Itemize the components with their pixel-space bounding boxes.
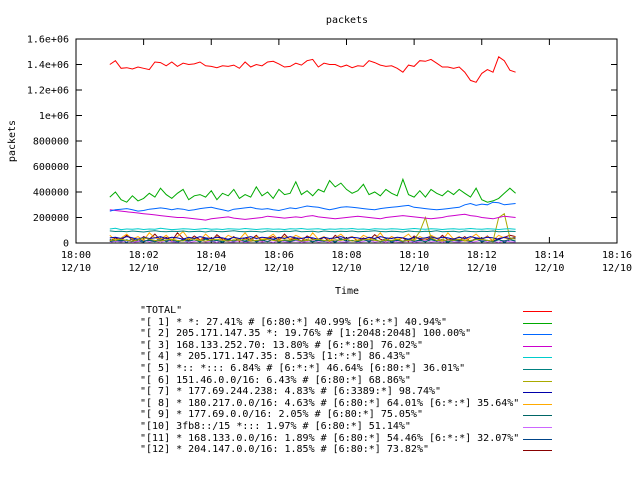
legend-label: "[12] * 204.147.0.0/16: 1.85% # [6:80:*]… xyxy=(140,444,429,456)
y-tick-label: 1e+06 xyxy=(39,111,69,122)
legend-label: "[ 3] 168.133.252.70: 13.80% # [6:*:80] … xyxy=(140,339,423,351)
legend-item: "[ 3] 168.133.252.70: 13.80% # [6:*:80] … xyxy=(140,340,560,352)
legend-item: "[ 4] * 205.171.147.35: 8.53% [1:*:*] 86… xyxy=(140,351,560,363)
x-tick-date-label: 12/10 xyxy=(602,263,632,274)
legend-item: "[ 9] * 177.69.0.0/16: 2.05% # [6:80:*] … xyxy=(140,409,560,421)
legend-label: "[ 5] *:: *::: 6.84% # [6:*:*] 46.64% [6… xyxy=(140,362,466,374)
y-tick-label: 1.6e+06 xyxy=(27,35,69,46)
legend-swatch xyxy=(523,380,552,382)
legend-label: "[ 9] * 177.69.0.0/16: 2.05% # [6:80:*] … xyxy=(140,409,423,421)
chart-title: packets xyxy=(326,15,368,26)
y-tick-label: 800000 xyxy=(33,137,69,148)
legend-item: "[ 6] 151.46.0.0/16: 6.43% # [6:80:*] 68… xyxy=(140,375,560,387)
legend-label: "[10] 3fb8::/15 *::: 1.97% # [6:80:*] 51… xyxy=(140,420,411,432)
legend-swatch xyxy=(523,322,552,324)
plot-frame xyxy=(75,38,618,244)
x-tick-time-label: 18:00 xyxy=(61,250,91,261)
legend-item: "[11] * 168.133.0.0/16: 1.89% # [6:80:*]… xyxy=(140,433,560,445)
x-tick-time-label: 18:10 xyxy=(399,250,429,261)
y-tick-label: 0 xyxy=(63,239,69,250)
series-line xyxy=(109,177,516,203)
y-axis-label: packets xyxy=(7,120,18,162)
x-tick-date-label: 12/10 xyxy=(196,263,226,274)
legend-swatch xyxy=(523,311,552,312)
legend-swatch xyxy=(523,345,552,347)
legend-label: "[ 6] 151.46.0.0/16: 6.43% # [6:80:*] 68… xyxy=(140,374,411,386)
legend-label: "[ 1] * *: 27.41% # [6:80:*] 40.99% [6:*… xyxy=(140,316,448,328)
y-tick-label: 200000 xyxy=(33,213,69,224)
series-line xyxy=(109,227,516,231)
legend-item: "[ 2] 205.171.147.35 *: 19.76% # [1:2048… xyxy=(140,328,560,340)
y-tick-label: 600000 xyxy=(33,162,69,173)
series-lines xyxy=(109,56,516,243)
legend-label: "[ 4] * 205.171.147.35: 8.53% [1:*:*] 86… xyxy=(140,351,411,363)
y-tick-label: 1.2e+06 xyxy=(27,86,69,97)
legend-label: "[ 8] * 180.217.0.0/16: 4.63% # [6:80:*]… xyxy=(140,397,520,409)
legend-item: "[12] * 204.147.0.0/16: 1.85% # [6:80:*]… xyxy=(140,444,560,456)
legend-label: "[ 7] * 177.69.244.238: 4.83% # [6:3389:… xyxy=(140,386,442,398)
legend-label: "[11] * 168.133.0.0/16: 1.89% # [6:80:*]… xyxy=(140,432,520,444)
legend-item: "[ 5] *:: *::: 6.84% # [6:*:*] 46.64% [6… xyxy=(140,363,560,375)
legend-item: "[ 1] * *: 27.41% # [6:80:*] 40.99% [6:*… xyxy=(140,317,560,329)
x-tick-date-label: 12/10 xyxy=(399,263,429,274)
x-tick-time-label: 18:12 xyxy=(467,250,497,261)
legend-label: "[ 2] 205.171.147.35 *: 19.76% # [1:2048… xyxy=(140,328,472,340)
x-tick-time-label: 18:02 xyxy=(129,250,159,261)
line-chart: packets packets Time 0 200000 400000 600000… xyxy=(7,15,632,297)
series-line xyxy=(109,209,516,221)
legend-label: "TOTAL" xyxy=(140,305,183,316)
legend-swatch xyxy=(523,334,552,336)
x-tick-date-label: 12/10 xyxy=(534,263,564,274)
series-line xyxy=(109,56,516,83)
legend-item: "TOTAL" xyxy=(140,305,560,317)
legend-item: "[10] 3fb8::/15 *::: 1.97% # [6:80:*] 51… xyxy=(140,421,560,433)
x-tick-time-label: 18:04 xyxy=(196,250,226,261)
x-tick-time-label: 18:16 xyxy=(602,250,632,261)
x-tick-date-label: 12/10 xyxy=(264,263,294,274)
legend-swatch xyxy=(523,438,552,440)
x-tick-date-label: 12/10 xyxy=(467,263,497,274)
legend: "TOTAL" "[ 1] * *: 27.41% # [6:80:*] 40.9… xyxy=(140,305,560,456)
legend-swatch xyxy=(523,357,552,359)
x-axis-label: Time xyxy=(335,286,359,297)
y-tick-label: 1.4e+06 xyxy=(27,60,69,71)
x-tick-time-label: 18:08 xyxy=(331,250,361,261)
legend-item: "[ 7] * 177.69.244.238: 4.83% # [6:3389:… xyxy=(140,386,560,398)
x-tick-date-label: 12/10 xyxy=(331,263,361,274)
y-tick-label: 400000 xyxy=(33,188,69,199)
series-line xyxy=(109,201,516,212)
legend-swatch xyxy=(523,403,552,405)
series-line xyxy=(109,212,516,242)
legend-swatch xyxy=(523,415,552,417)
legend-swatch xyxy=(523,450,552,452)
x-tick-time-label: 18:14 xyxy=(534,250,564,261)
x-tick-date-label: 12/10 xyxy=(129,263,159,274)
x-tick-date-label: 12/10 xyxy=(61,263,91,274)
legend-swatch xyxy=(523,368,552,370)
legend-swatch xyxy=(523,426,552,428)
legend-swatch xyxy=(523,392,552,394)
legend-item: "[ 8] * 180.217.0.0/16: 4.63% # [6:80:*]… xyxy=(140,398,560,410)
series-line xyxy=(109,230,516,233)
x-tick-time-label: 18:06 xyxy=(264,250,294,261)
